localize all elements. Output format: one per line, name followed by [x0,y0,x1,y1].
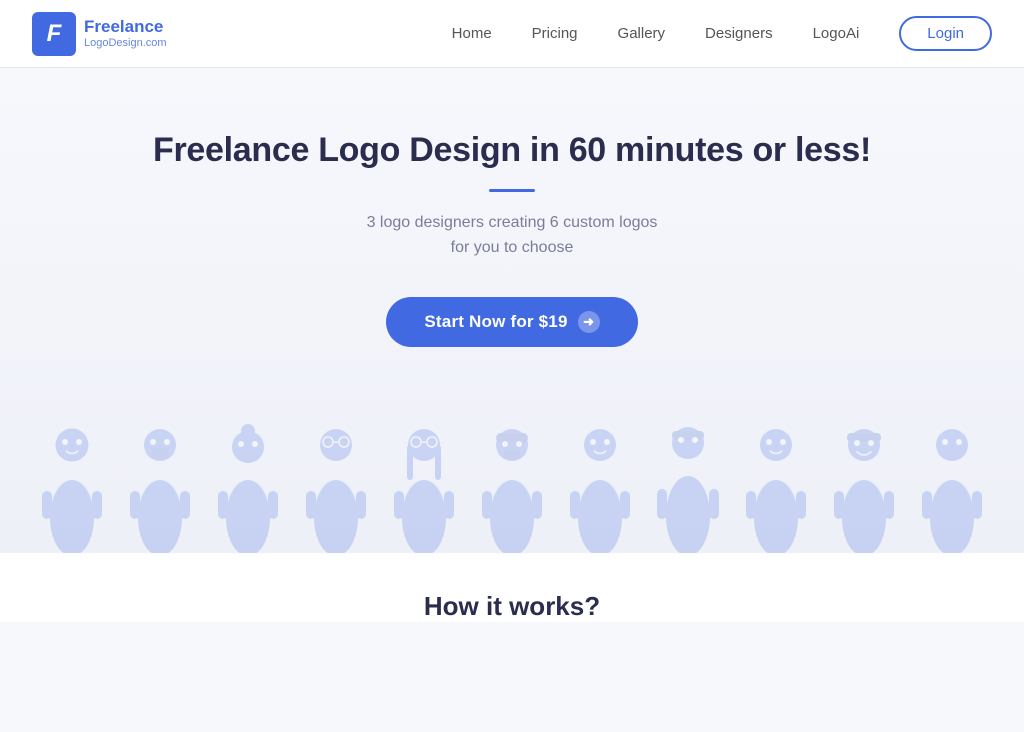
hero-divider [489,189,535,192]
person-illustration [820,408,908,553]
person-illustration [28,408,116,553]
person-illustration [732,408,820,553]
person-illustration [292,408,380,553]
hero-section: Freelance Logo Design in 60 minutes or l… [0,68,1024,553]
main-nav: Home Pricing Gallery Designers LogoAi Lo… [452,16,992,51]
logo-icon: F [32,12,76,56]
people-illustration-row [0,383,1024,553]
person-illustration [468,408,556,553]
person-illustration [204,408,292,553]
nav-designers[interactable]: Designers [705,25,773,42]
logo: F Freelance LogoDesign.com [32,12,167,56]
nav-gallery[interactable]: Gallery [618,25,666,42]
nav-pricing[interactable]: Pricing [532,25,578,42]
person-illustration [908,408,996,553]
login-button[interactable]: Login [899,16,992,51]
person-illustration [644,408,732,553]
person-illustration [116,408,204,553]
hero-subtitle: 3 logo designers creating 6 custom logos… [367,210,658,261]
hero-subtitle-line1: 3 logo designers creating 6 custom logos [367,214,658,231]
person-illustration [556,408,644,553]
cta-button[interactable]: Start Now for $19 ➜ [386,297,637,347]
hero-title: Freelance Logo Design in 60 minutes or l… [153,130,871,171]
person-illustration [380,408,468,553]
hero-subtitle-line2: for you to choose [451,239,574,256]
cta-label: Start Now for $19 [424,312,567,332]
site-header: F Freelance LogoDesign.com Home Pricing … [0,0,1024,68]
nav-logoai[interactable]: LogoAi [813,25,860,42]
cta-arrow-icon: ➜ [578,311,600,333]
how-it-works-section: How it works? [0,553,1024,622]
logo-name: Freelance [84,18,167,37]
how-it-works-title: How it works? [0,591,1024,622]
logo-sub: LogoDesign.com [84,37,167,49]
logo-text: Freelance LogoDesign.com [84,18,167,49]
nav-home[interactable]: Home [452,25,492,42]
